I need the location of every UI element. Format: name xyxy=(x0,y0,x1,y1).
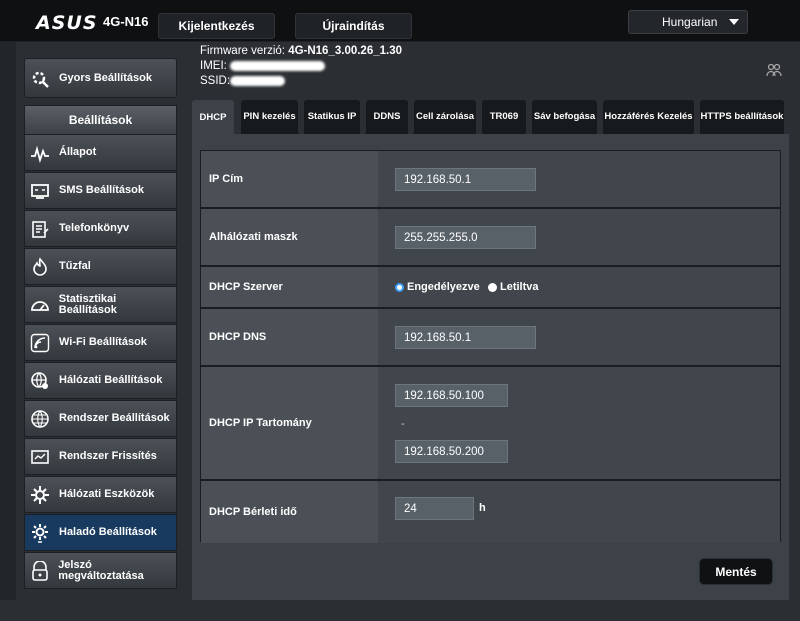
dhcp-range-label: DHCP IP Tartomány xyxy=(201,367,378,479)
advanced-gear-icon xyxy=(29,522,51,544)
range-separator: - xyxy=(401,418,405,430)
globe-network-icon xyxy=(29,370,51,392)
sidebar-item-firewall[interactable]: Tűzfal xyxy=(24,248,177,285)
dhcp-disabled-radio[interactable]: Letiltva xyxy=(488,281,539,293)
tab-access-control[interactable]: Hozzáférés Kezelés xyxy=(603,100,694,134)
language-select[interactable]: Hungarian xyxy=(628,10,748,34)
tab-https[interactable]: HTTPS beállítások xyxy=(700,100,784,134)
wifi-icon xyxy=(29,332,51,354)
sidebar-item-label: Hálózati Eszközök xyxy=(59,488,155,500)
asus-logo: ASUS xyxy=(36,12,98,34)
quick-settings-icon xyxy=(29,67,51,89)
tab-ddns[interactable]: DDNS xyxy=(366,100,408,134)
sidebar-item-label: Tűzfal xyxy=(59,260,91,272)
sms-icon xyxy=(29,180,51,202)
model-name: 4G-N16 xyxy=(103,14,149,29)
sidebar-item-label: Telefonkönyv xyxy=(59,222,130,234)
sidebar-item-system[interactable]: Rendszer Beállítások xyxy=(24,400,177,437)
pulse-icon xyxy=(29,142,51,164)
logout-button[interactable]: Kijelentkezés xyxy=(158,13,275,39)
sidebar-item-label: Rendszer Frissítés xyxy=(59,450,157,462)
ip-address-input[interactable]: 192.168.50.1 xyxy=(395,168,536,191)
users-icon[interactable] xyxy=(766,63,782,77)
sidebar-item-label: SMS Beállítások xyxy=(59,184,144,196)
ip-label: IP Cím xyxy=(201,151,378,207)
sidebar-item-label: Hálózati Beállítások xyxy=(59,374,163,386)
dhcp-range-start-input[interactable]: 192.168.50.100 xyxy=(395,384,508,407)
dhcp-enabled-radio[interactable]: Engedélyezve xyxy=(395,281,480,293)
sidebar-item-quick-settings[interactable]: Gyors Beállítások xyxy=(24,58,177,98)
save-button[interactable]: Mentés xyxy=(699,558,773,585)
dhcp-dns-row: DHCP DNS 192.168.50.1 xyxy=(201,309,780,367)
bottom-strip xyxy=(0,600,800,621)
sidebar-item-phonebook[interactable]: Telefonkönyv xyxy=(24,210,177,247)
gauge-icon xyxy=(29,294,51,316)
radio-unselected-icon xyxy=(488,282,497,292)
tab-dhcp[interactable]: DHCP xyxy=(192,100,234,135)
language-value: Hungarian xyxy=(662,15,718,29)
tab-cell-lock[interactable]: Cell zárolása xyxy=(414,100,476,134)
dhcp-disabled-label: Letiltva xyxy=(500,281,539,293)
sidebar-item-wifi[interactable]: Wi-Fi Beállítások xyxy=(24,324,177,361)
lease-unit: h xyxy=(479,502,486,514)
lease-time-input[interactable]: 24 xyxy=(395,497,474,520)
top-bar: ASUS 4G-N16 Kijelentkezés Újraindítás Hu… xyxy=(0,0,800,42)
router-update-icon xyxy=(29,446,51,468)
settings-header: Beállítások xyxy=(24,105,177,135)
dhcp-range-end-input[interactable]: 192.168.50.200 xyxy=(395,440,508,463)
sidebar-item-network-tools[interactable]: Hálózati Eszközök xyxy=(24,476,177,513)
ssid-label: SSID: xyxy=(200,75,231,87)
firmware-value: 4G-N16_3.00.26_1.30 xyxy=(288,45,402,57)
dhcp-dns-input[interactable]: 192.168.50.1 xyxy=(395,326,536,349)
dhcp-range-row: DHCP IP Tartomány 192.168.50.100 - 192.1… xyxy=(201,367,780,481)
dhcp-server-row: DHCP Szerver Engedélyezve Letiltva xyxy=(201,267,780,309)
chevron-down-icon xyxy=(729,19,739,25)
tools-icon xyxy=(29,484,51,506)
mask-label: Alhálózati maszk xyxy=(201,209,378,265)
globe-icon xyxy=(29,408,51,430)
sidebar-item-label: Jelszó megváltoztatása xyxy=(58,558,144,582)
tab-pin[interactable]: PIN kezelés xyxy=(241,100,298,134)
sidebar-item-label: Haladó Beállítások xyxy=(59,526,157,538)
ssid-redacted xyxy=(230,75,286,86)
router-admin-page: ASUS 4G-N16 Kijelentkezés Újraindítás Hu… xyxy=(0,0,800,621)
imei-label: IMEI: xyxy=(200,60,227,72)
imei-redacted xyxy=(230,60,326,71)
sidebar-item-label: Állapot xyxy=(59,146,97,158)
sidebar-item-label: Gyors Beállítások xyxy=(59,71,152,84)
subnet-mask-input[interactable]: 255.255.255.0 xyxy=(395,226,536,249)
sidebar-item-change-password[interactable]: Jelszó megváltoztatása xyxy=(24,552,177,589)
ip-row: IP Cím 192.168.50.1 xyxy=(201,151,780,209)
tab-static-ip[interactable]: Statikus IP xyxy=(304,100,360,134)
tab-tr069[interactable]: TR069 xyxy=(482,100,526,134)
lease-time-label: DHCP Bérleti idő xyxy=(201,481,378,543)
sidebar-item-statistics[interactable]: Statisztikai Beállítások xyxy=(24,286,177,323)
dhcp-server-label: DHCP Szerver xyxy=(201,267,378,307)
left-edge xyxy=(0,42,16,621)
firewall-icon xyxy=(29,256,51,278)
dhcp-enabled-label: Engedélyezve xyxy=(407,281,480,293)
sidebar-item-label: Statisztikai Beállítások xyxy=(58,292,117,316)
sidebar-item-sms[interactable]: SMS Beállítások xyxy=(24,172,177,209)
sidebar-item-advanced[interactable]: Haladó Beállítások xyxy=(24,514,177,551)
sidebar-item-label: Rendszer Beállítások xyxy=(59,412,170,424)
tab-band-lock[interactable]: Sáv befogása xyxy=(532,100,597,134)
dhcp-settings-table: IP Cím 192.168.50.1 Alhálózati maszk 255… xyxy=(200,150,781,543)
device-info: Firmware verzió: 4G-N16_3.00.26_1.30 IME… xyxy=(200,44,402,89)
lease-time-row: DHCP Bérleti idő 24 h xyxy=(201,481,780,543)
phonebook-icon xyxy=(29,218,51,240)
reboot-button[interactable]: Újraindítás xyxy=(295,13,412,39)
sidebar-item-network[interactable]: Hálózati Beállítások xyxy=(24,362,177,399)
firmware-label: Firmware verzió: xyxy=(200,45,285,57)
lock-icon xyxy=(29,560,50,582)
sidebar-item-label: Wi-Fi Beállítások xyxy=(59,336,147,348)
sidebar-item-system-update[interactable]: Rendszer Frissítés xyxy=(24,438,177,475)
dhcp-dns-label: DHCP DNS xyxy=(201,309,378,365)
mask-row: Alhálózati maszk 255.255.255.0 xyxy=(201,209,780,267)
sidebar-item-status[interactable]: Állapot xyxy=(24,134,177,171)
radio-selected-icon xyxy=(395,282,404,292)
